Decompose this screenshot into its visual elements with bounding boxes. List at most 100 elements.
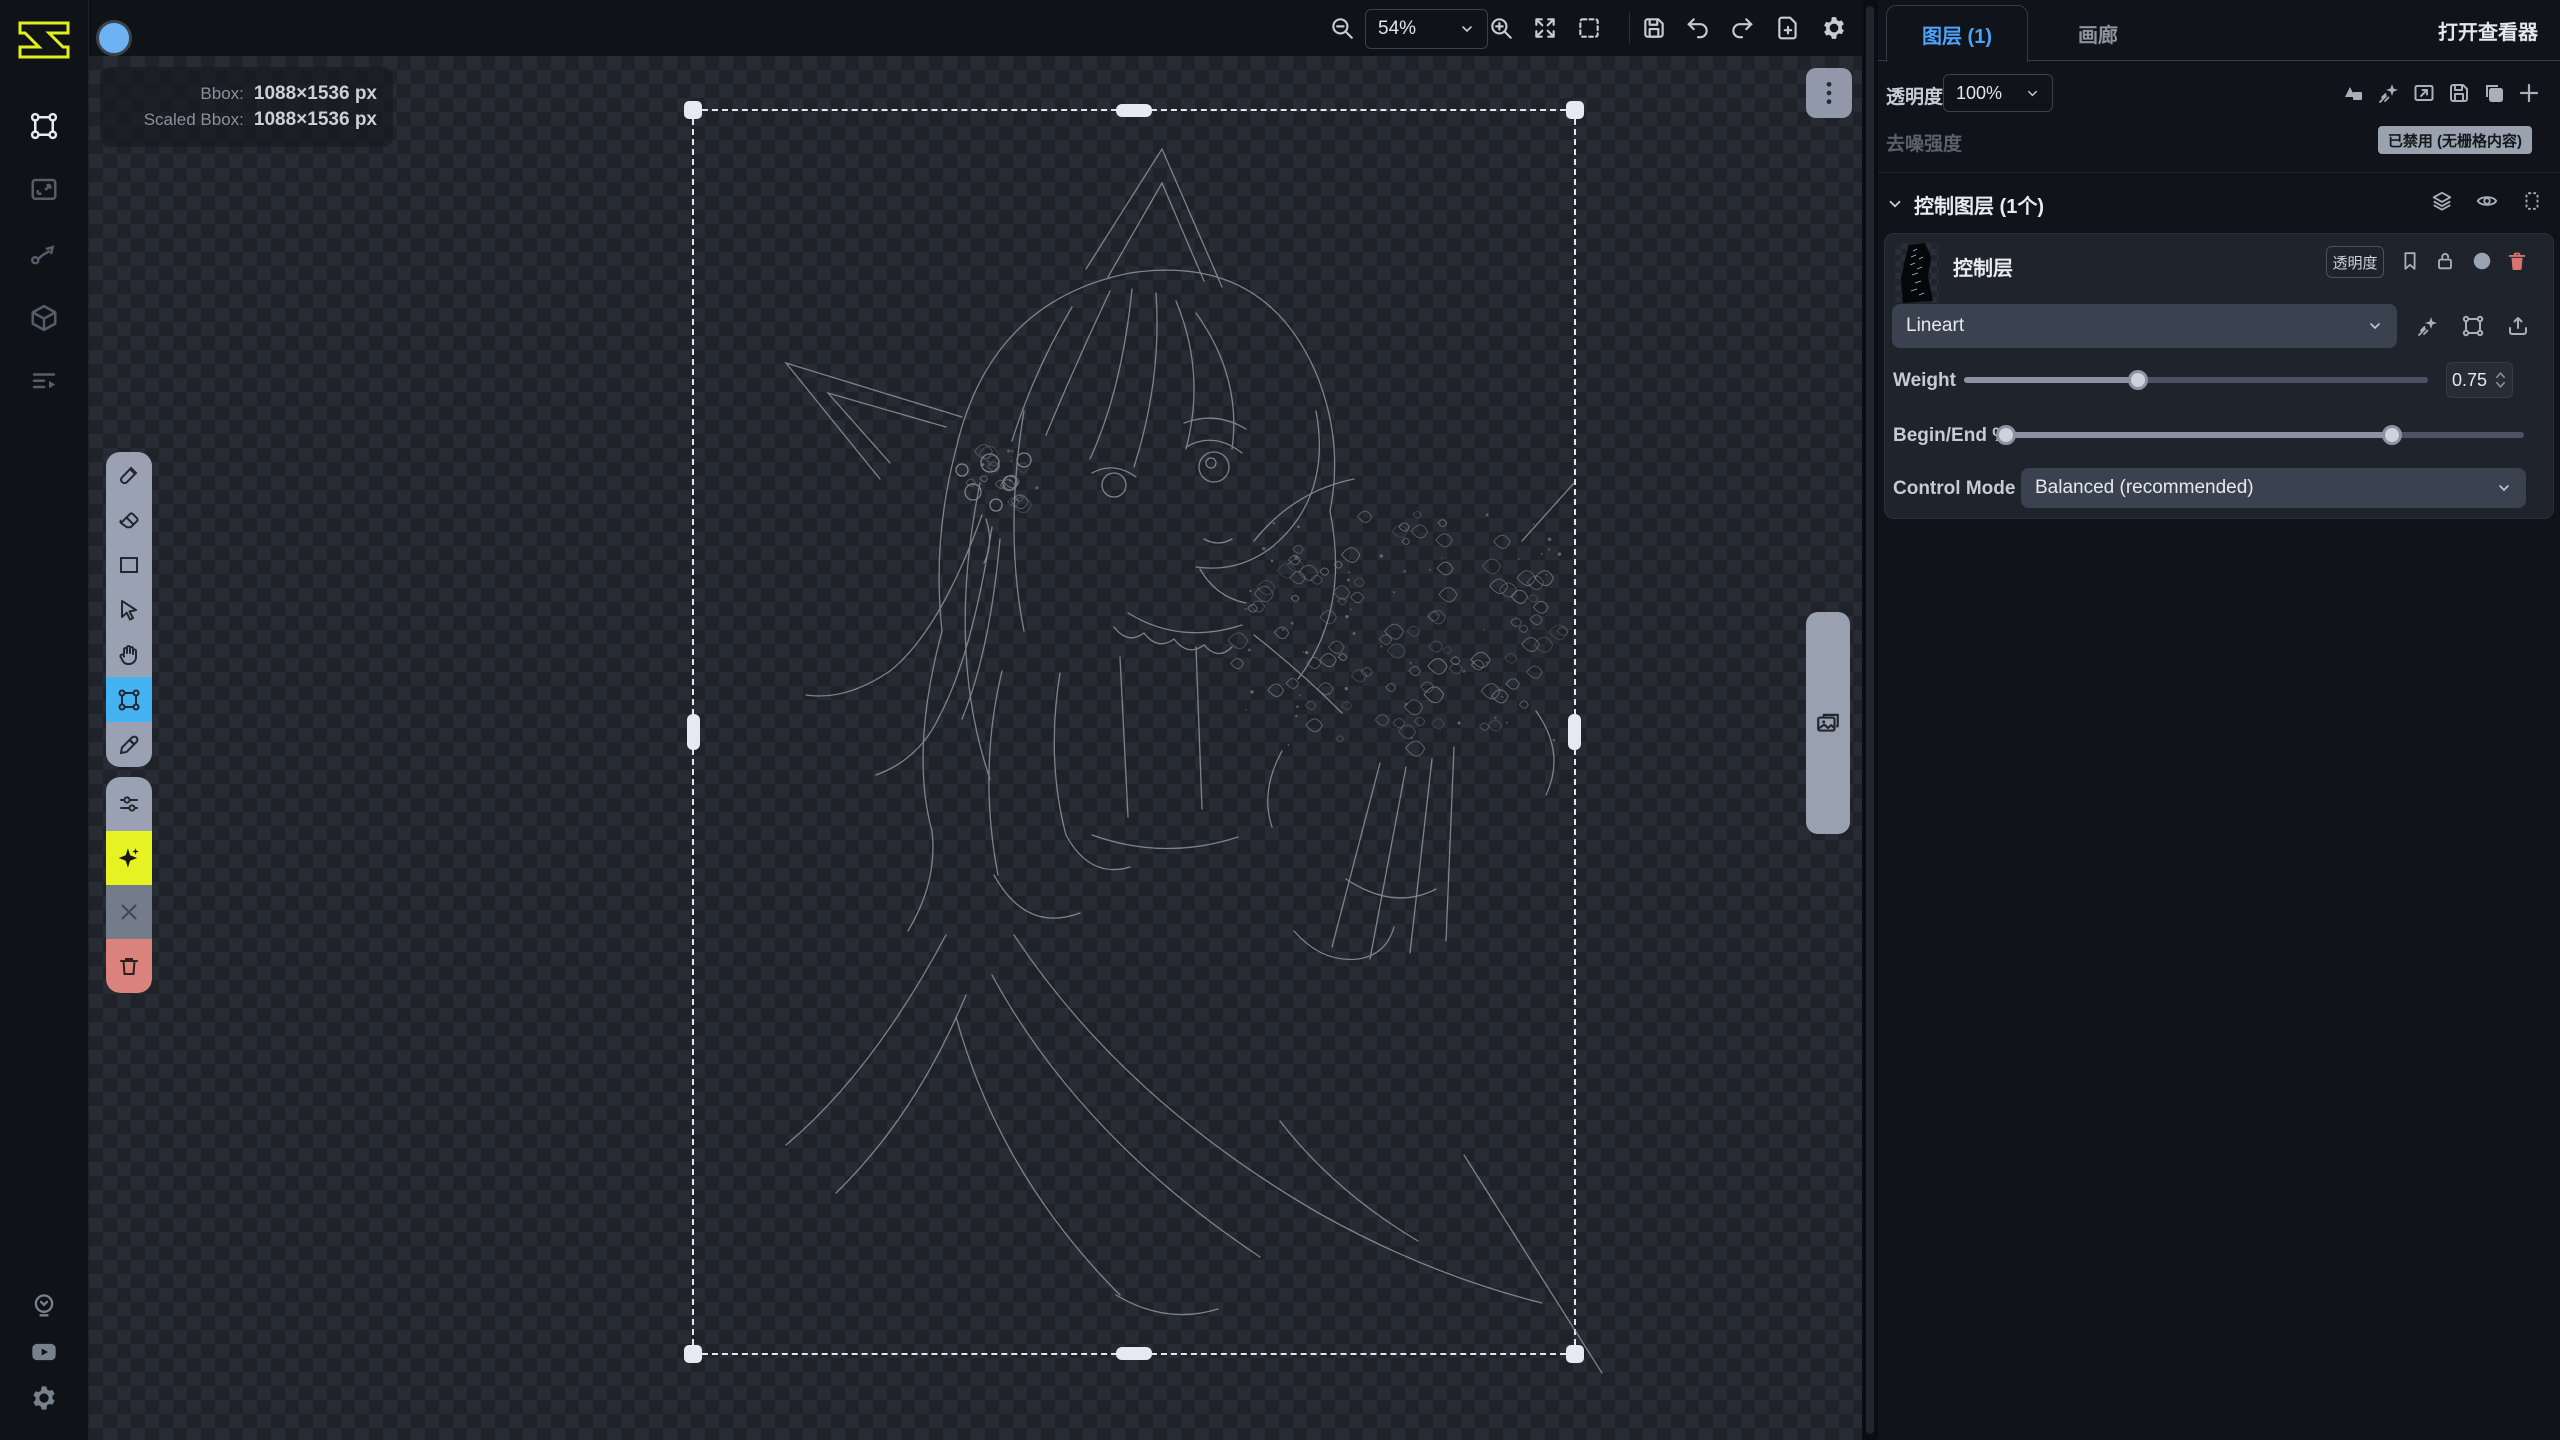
fit-layer-frame-icon[interactable] [2521, 190, 2543, 212]
tab-gallery[interactable]: 画廊 [2038, 5, 2158, 61]
section-divider [1878, 172, 2560, 173]
filter-star-icon[interactable] [2377, 81, 2401, 105]
invoke-logo-icon [16, 16, 72, 62]
nav-upscaling-tab[interactable] [22, 168, 66, 212]
weight-slider[interactable] [1964, 377, 2428, 383]
save-canvas-icon[interactable] [1641, 15, 1667, 41]
canvas-area[interactable]: Bbox: 1088×1536 px Scaled Bbox: 1088×153… [89, 56, 1862, 1440]
toolbar-divider [1629, 12, 1630, 44]
chevron-down-icon [2367, 318, 2383, 334]
undo-icon[interactable] [1685, 15, 1711, 41]
bbox-handle-right[interactable] [1568, 714, 1581, 750]
weight-value: 0.75 [2447, 370, 2492, 391]
canvas-settings-gear-icon[interactable] [1821, 15, 1847, 41]
bbox-handle-top-left[interactable] [684, 101, 702, 119]
fit-bbox-icon[interactable] [1576, 15, 1602, 41]
layer-opacity-chip[interactable]: 透明度 [2326, 246, 2384, 278]
canvas-menu-button[interactable] [1806, 68, 1852, 118]
visibility-eye-icon[interactable] [2476, 190, 2498, 212]
move-tool[interactable] [106, 587, 152, 632]
opacity-select[interactable]: 100% [1943, 74, 2053, 112]
rect-tool[interactable] [106, 542, 152, 587]
chevron-down-icon [2025, 86, 2040, 101]
bbox-handle-bottom-left[interactable] [684, 1345, 702, 1363]
filter-settings-tool[interactable] [106, 777, 152, 831]
begin-end-label: Begin/End % [1893, 425, 2009, 447]
chevron-down-icon [1886, 195, 1904, 213]
fit-to-view-icon[interactable] [1532, 15, 1558, 41]
layers-stack-icon[interactable] [2431, 190, 2453, 212]
opacity-value: 100% [1956, 83, 2002, 104]
tab-layers-label: 图层 (1) [1922, 20, 1992, 49]
tab-gallery-label: 画廊 [2078, 19, 2118, 48]
scaled-bbox-label: Scaled Bbox: [144, 110, 244, 130]
zoom-out-icon[interactable] [1329, 15, 1355, 41]
video-tutorials-icon[interactable] [22, 1330, 66, 1374]
opacity-label: 透明度 [1886, 82, 1943, 109]
brush-tool[interactable] [106, 452, 152, 497]
weight-value-box[interactable]: 0.75 [2446, 362, 2513, 398]
tool-column-actions [106, 777, 152, 993]
nav-models-tab[interactable] [22, 296, 66, 340]
eyedropper-tool[interactable] [106, 722, 152, 767]
lineart-drawing [694, 111, 1578, 1357]
scaled-bbox-value: 1088×1536 px [254, 109, 377, 131]
crop-to-bbox-icon[interactable] [2412, 81, 2436, 105]
control-mode-select[interactable]: Balanced (recommended) [2021, 468, 2526, 508]
panel-divider-strip [1862, 0, 1878, 1440]
bbox-handle-bottom-right[interactable] [1566, 1345, 1584, 1363]
denoise-disabled-badge: 已禁用 (无栅格内容) [2378, 126, 2532, 154]
nav-canvas-tab[interactable] [22, 104, 66, 148]
begin-end-slider[interactable] [2006, 432, 2524, 438]
unlock-icon[interactable] [2434, 250, 2456, 272]
merge-shapes-icon[interactable] [2342, 81, 2366, 105]
delete-layer-icon[interactable] [2506, 250, 2528, 272]
duplicate-layer-icon[interactable] [2482, 81, 2506, 105]
bbox-handle-left[interactable] [687, 714, 700, 750]
zoom-in-icon[interactable] [1488, 15, 1514, 41]
export-upload-icon[interactable] [2506, 314, 2530, 338]
bbox-info-overlay: Bbox: 1088×1536 px Scaled Bbox: 1088×153… [100, 67, 393, 147]
save-layer-icon[interactable] [2447, 81, 2471, 105]
tab-layers[interactable]: 图层 (1) [1886, 5, 2028, 62]
cancel-button[interactable] [106, 885, 152, 939]
denoise-row: 去噪强度 已禁用 (无栅格内容) [1886, 126, 2552, 160]
end-thumb[interactable] [2382, 425, 2402, 445]
bbox-tool-selected[interactable] [106, 677, 152, 722]
pan-hand-tool[interactable] [106, 632, 152, 677]
weight-slider-thumb[interactable] [2128, 370, 2148, 390]
bbox-handle-bottom[interactable] [1116, 1347, 1152, 1360]
bbox-handle-top-right[interactable] [1566, 101, 1584, 119]
queue-status-dot [96, 20, 132, 56]
control-model-select[interactable]: Lineart [1892, 304, 2397, 348]
invoke-generate-button[interactable] [106, 831, 152, 885]
bbox-handle-top[interactable] [1116, 104, 1152, 117]
generation-bbox[interactable] [692, 109, 1576, 1355]
layer-thumbnail[interactable] [1895, 243, 1939, 303]
control-mode-label: Control Mode [1893, 478, 2015, 500]
add-layer-icon[interactable] [2517, 81, 2541, 105]
nav-queue-tab[interactable] [22, 360, 66, 404]
new-canvas-icon[interactable] [1775, 15, 1801, 41]
control-layer-card[interactable]: 控制层 透明度 Lineart Weight [1884, 233, 2554, 519]
chevron-down-icon [1459, 21, 1475, 37]
zoom-level-select[interactable]: 54% [1365, 9, 1488, 49]
open-viewer-button[interactable]: 打开查看器 [2438, 0, 2538, 61]
canvas-toolbar: 54% [89, 0, 1862, 56]
tool-column [106, 452, 152, 767]
settings-gear-icon[interactable] [22, 1376, 66, 1420]
color-indicator-circle[interactable] [2471, 250, 2493, 272]
eraser-tool[interactable] [106, 497, 152, 542]
process-filter-icon[interactable] [2416, 314, 2440, 338]
begin-thumb[interactable] [1996, 425, 2016, 445]
redo-icon[interactable] [1729, 15, 1755, 41]
fit-bbox-frame-icon[interactable] [2461, 314, 2485, 338]
weight-stepper[interactable] [2492, 371, 2512, 389]
support-bulb-icon[interactable] [22, 1284, 66, 1328]
gallery-toggle-handle[interactable] [1806, 612, 1850, 834]
bookmark-icon[interactable] [2399, 250, 2421, 272]
nav-workflows-tab[interactable] [22, 232, 66, 276]
delete-button[interactable] [106, 939, 152, 993]
chevron-down-icon [2496, 480, 2512, 496]
bbox-label: Bbox: [200, 84, 243, 104]
